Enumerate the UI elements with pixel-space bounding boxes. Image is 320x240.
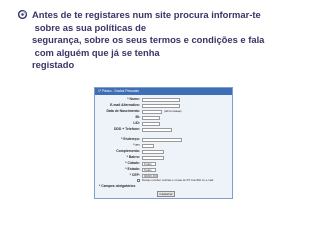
field-label: * Nome: [127,97,140,101]
slide-text-line: sobre as sua políticas de [32,21,147,33]
numero-input[interactable] [142,143,154,148]
optin-checkbox[interactable] [137,179,140,182]
birthdate-input[interactable] [142,109,162,114]
field-label: Data de Nascimento: [106,109,140,113]
form-header: 1º Passo - Dados Pessoais [95,88,232,95]
registration-form-screenshot: 1º Passo - Dados Pessoais * Nome: E-mail… [94,87,233,199]
field-label: DDD + Telefone: [113,127,140,131]
field-label: * Bairro: [126,155,140,159]
bairro-input[interactable] [142,155,164,160]
required-fields-note: * Campos obrigatórios [99,184,136,188]
field-label: Complemento: [116,149,140,153]
slide-text-line: registado [32,59,75,70]
optin-label: Desejo receber notícias e novas do R7.Co… [142,178,214,182]
email-input[interactable] [142,103,180,108]
field-label: * nº: [133,143,140,147]
complemento-input[interactable] [142,149,164,154]
field-label: * Endereço: [121,137,140,141]
date-format-hint: (dd/mm/aaaa) [164,109,182,113]
field-label: LID: [133,121,140,125]
field-label: * Estado: [125,167,140,171]
lid-input[interactable] [142,121,160,126]
telefone-input[interactable] [142,127,172,132]
estado-select[interactable]: Todos [142,167,156,172]
swirl-bullet-icon [18,10,27,19]
cep-input[interactable]: 00000-000 [142,173,158,178]
cidade-select[interactable]: Todos [142,161,156,166]
slide-text: Antes de te registares num site procura … [32,9,318,72]
slide-text-line: Antes de te registares num site procura … [32,9,261,20]
slide-text-line: segurança, sobre os seus termos e condiç… [32,34,265,45]
endereco-input[interactable] [142,137,182,142]
bi-input[interactable] [142,115,160,120]
field-label: E-mail Alternativo: [110,103,140,107]
form-row-telefone: DDD + Telefone: [95,127,232,133]
submit-button[interactable]: Cadastrar [157,191,175,197]
slide-text-line: com alguém que já se tenha [32,46,160,58]
field-label: BI: [135,115,140,119]
nome-input[interactable] [142,97,180,102]
field-label: * Cidade: [125,161,140,165]
